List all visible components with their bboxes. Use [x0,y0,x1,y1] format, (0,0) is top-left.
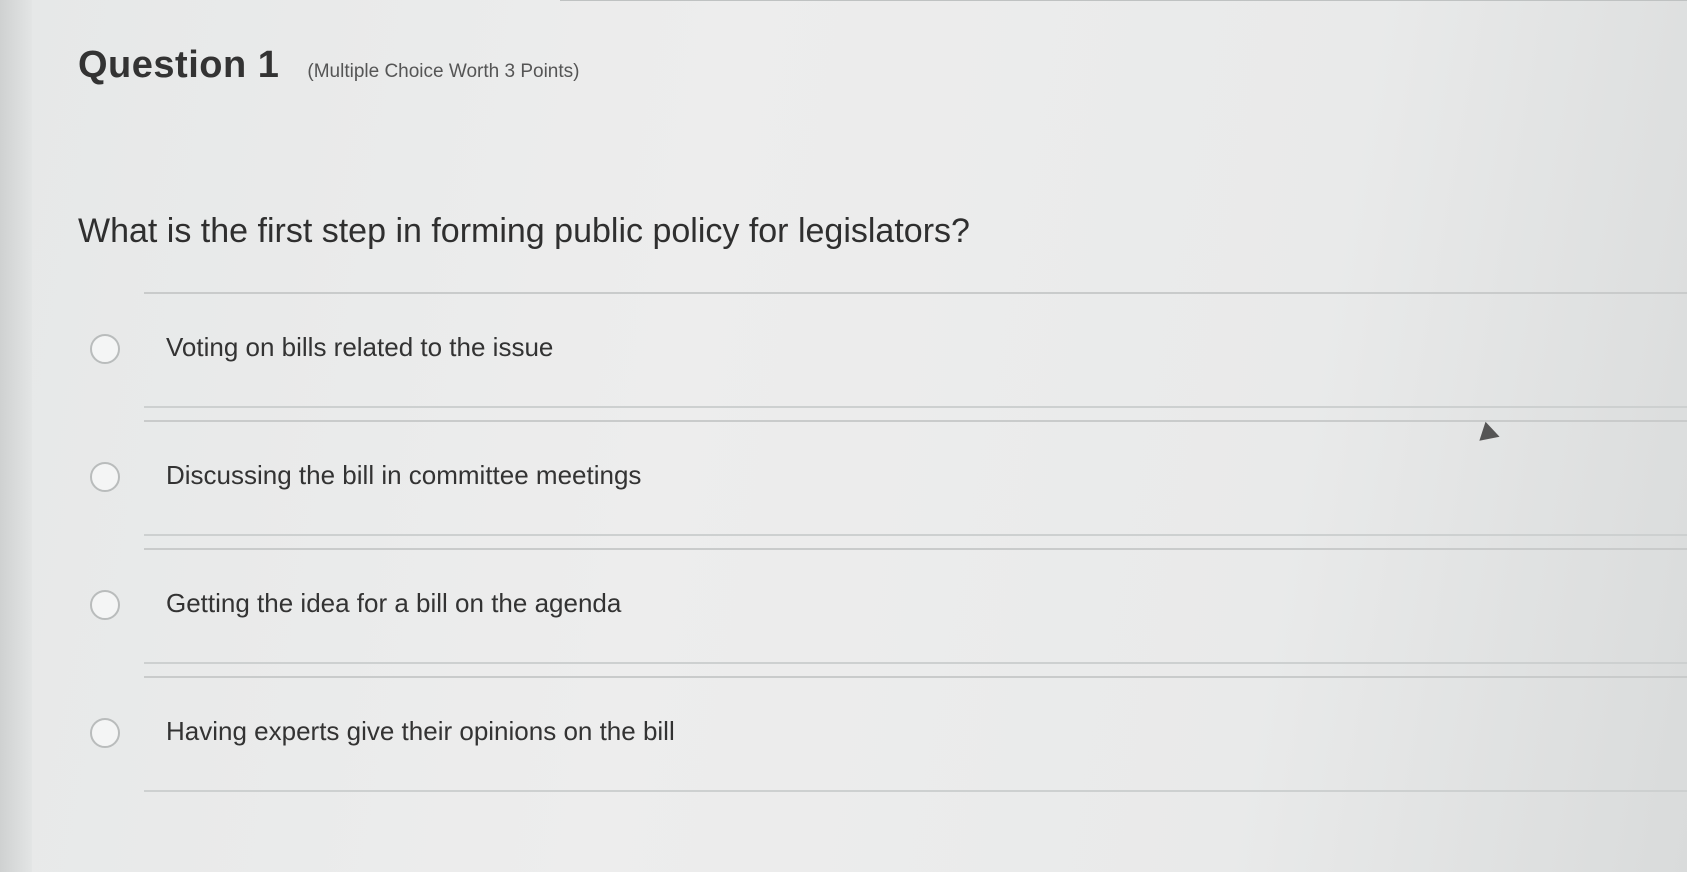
radio-button[interactable] [90,718,120,748]
divider [144,676,1687,678]
divider [144,534,1687,536]
divider [144,406,1687,408]
radio-button[interactable] [90,590,120,620]
divider [144,548,1687,550]
choice-option-2[interactable]: Discussing the bill in committee meeting… [0,420,1687,536]
choice-option-3[interactable]: Getting the idea for a bill on the agend… [0,548,1687,664]
question-title: Question 1 [78,44,280,86]
question-points: (Multiple Choice Worth 3 Points) [307,61,580,82]
question-header: Question 1 (Multiple Choice Worth 3 Poin… [78,44,579,87]
top-divider [560,0,1687,1]
choice-label: Discussing the bill in committee meeting… [166,460,642,490]
choice-label: Getting the idea for a bill on the agend… [166,588,622,618]
divider [144,790,1687,792]
divider [144,662,1687,664]
choice-option-1[interactable]: Voting on bills related to the issue [0,292,1687,408]
radio-button[interactable] [90,334,120,364]
divider [144,420,1687,422]
choice-label: Having experts give their opinions on th… [166,716,675,746]
choice-label: Voting on bills related to the issue [166,332,554,362]
question-text: What is the first step in forming public… [78,212,970,250]
radio-button[interactable] [90,462,120,492]
divider [144,292,1687,294]
choice-option-4[interactable]: Having experts give their opinions on th… [0,676,1687,792]
